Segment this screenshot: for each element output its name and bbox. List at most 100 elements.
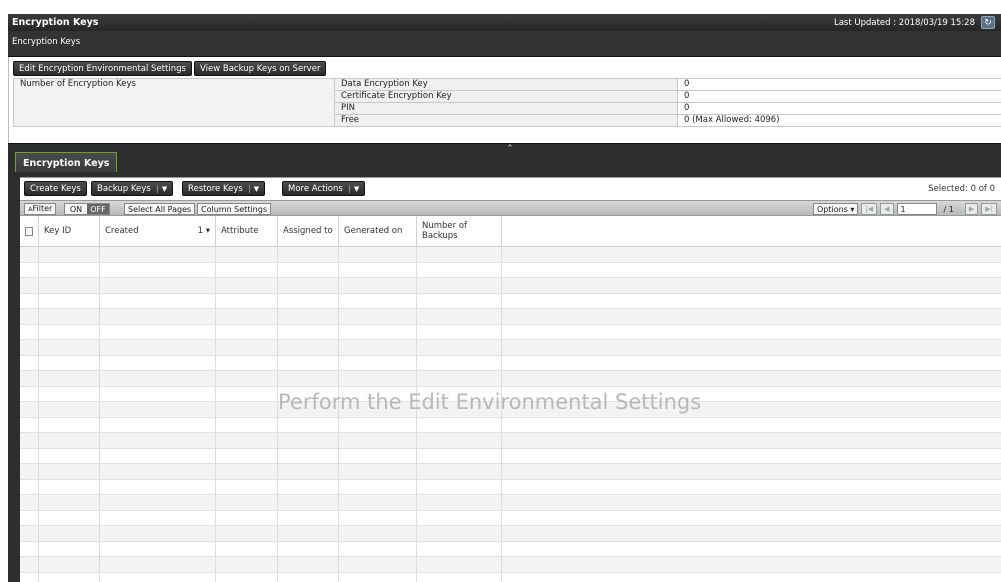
options-button[interactable]: Options ▾ [812, 203, 859, 215]
table-cell [100, 371, 216, 386]
table-row [20, 510, 1001, 526]
breadcrumb-item[interactable]: Encryption Keys [12, 37, 80, 47]
summary-key: Free [334, 114, 678, 127]
more-actions-label: More Actions [288, 183, 343, 194]
column-header-assigned-to[interactable]: Assigned to [278, 216, 339, 246]
column-header-number-of-backups[interactable]: Number of Backups [417, 216, 502, 246]
table-cell [216, 448, 278, 463]
table-cell [339, 309, 417, 324]
refresh-icon[interactable]: ↻ [981, 16, 995, 29]
table-cell [339, 262, 417, 277]
select-all-pages-button[interactable]: Select All Pages [124, 203, 196, 215]
table-cell [20, 340, 39, 355]
table-cell [216, 479, 278, 494]
chevron-down-icon[interactable]: ▼ [156, 184, 167, 193]
table-cell [216, 309, 278, 324]
table-cell [216, 417, 278, 432]
first-page-icon[interactable]: |◀ [861, 203, 878, 215]
table-cell [100, 355, 216, 370]
edit-environmental-settings-button[interactable]: Edit Encryption Environmental Settings [13, 61, 192, 76]
table-cell [339, 572, 417, 582]
table-cell [502, 480, 1001, 495]
table-row [20, 526, 1001, 542]
table-cell [502, 557, 1001, 572]
table-cell [278, 293, 339, 308]
table-cell [39, 495, 100, 510]
last-updated-text: Last Updated : 2018/03/19 15:28 [833, 17, 975, 28]
table-cell [216, 464, 278, 479]
table-cell [20, 355, 39, 370]
table-cell [216, 371, 278, 386]
table-cell [39, 479, 100, 494]
last-page-icon[interactable]: ▶| [981, 203, 997, 215]
filter-off[interactable]: OFF [87, 204, 109, 214]
table-cell [20, 448, 39, 463]
restore-keys-button[interactable]: Restore Keys ▼ [182, 181, 266, 196]
table-cell [39, 371, 100, 386]
table-cell [216, 433, 278, 448]
table-cell [278, 572, 339, 582]
table-cell [278, 340, 339, 355]
table-cell [216, 541, 278, 556]
table-cell [20, 293, 39, 308]
table-cell [417, 309, 502, 324]
table-cell [39, 247, 100, 262]
tab-encryption-keys[interactable]: Encryption Keys [15, 152, 118, 173]
table-cell [339, 371, 417, 386]
more-actions-button[interactable]: More Actions ▼ [282, 181, 366, 196]
column-header-attribute[interactable]: Attribute [216, 216, 278, 246]
table-cell [502, 371, 1001, 386]
select-all-checkbox-cell [20, 216, 39, 246]
table-cell [417, 340, 502, 355]
collapse-up-icon[interactable]: ⌃ [503, 144, 517, 154]
filter-on[interactable]: ON [65, 204, 87, 214]
table-cell [339, 526, 417, 541]
filter-button[interactable]: ⩓Filter [24, 203, 57, 215]
table-cell [100, 572, 216, 582]
table-cell [278, 278, 339, 293]
column-settings-button[interactable]: Column Settings [197, 203, 271, 215]
table-cell [278, 433, 339, 448]
table-cell [39, 340, 100, 355]
prev-page-icon[interactable]: ◀ [880, 203, 894, 215]
chevron-down-icon[interactable]: ▼ [248, 184, 259, 193]
table-cell [216, 572, 278, 582]
table-cell [100, 278, 216, 293]
table-cell [216, 324, 278, 339]
select-all-checkbox[interactable] [25, 226, 33, 236]
table-cell [339, 278, 417, 293]
table-cell [39, 464, 100, 479]
column-header-generated-on[interactable]: Generated on [339, 216, 417, 246]
table-cell [417, 355, 502, 370]
column-header-created[interactable]: Created 1 ▾ [100, 216, 216, 246]
chevron-down-icon[interactable]: ▼ [348, 184, 359, 193]
table-cell [278, 541, 339, 556]
table-cell [278, 371, 339, 386]
table-cell [502, 542, 1001, 557]
column-header-key-id[interactable]: Key ID [39, 216, 100, 246]
window-title-bar: Encryption Keys Last Updated : 2018/03/1… [8, 14, 1001, 31]
table-cell [417, 278, 502, 293]
table-cell [100, 386, 216, 401]
table-cell [20, 557, 39, 572]
table-cell [278, 495, 339, 510]
table-cell [417, 464, 502, 479]
page-number-input[interactable]: 1 [896, 203, 937, 215]
sort-indicator: 1 ▾ [197, 226, 210, 236]
next-page-icon[interactable]: ▶ [964, 203, 979, 215]
summary-key: Certificate Encryption Key [334, 90, 678, 103]
table-cell [100, 464, 216, 479]
table-cell [39, 278, 100, 293]
create-keys-button[interactable]: Create Keys [24, 181, 87, 196]
table-cell [216, 293, 278, 308]
table-cell [339, 510, 417, 525]
summary-value: 0 [677, 102, 1001, 115]
backup-keys-button[interactable]: Backup Keys ▼ [91, 181, 174, 196]
table-cell [39, 309, 100, 324]
summary-value: 0 (Max Allowed: 4096) [677, 114, 1001, 127]
filter-toggle[interactable]: ON OFF [64, 203, 110, 215]
grid-body [20, 247, 1001, 582]
table-cell [100, 479, 216, 494]
view-backup-keys-button[interactable]: View Backup Keys on Server [194, 61, 327, 76]
table-cell [417, 479, 502, 494]
